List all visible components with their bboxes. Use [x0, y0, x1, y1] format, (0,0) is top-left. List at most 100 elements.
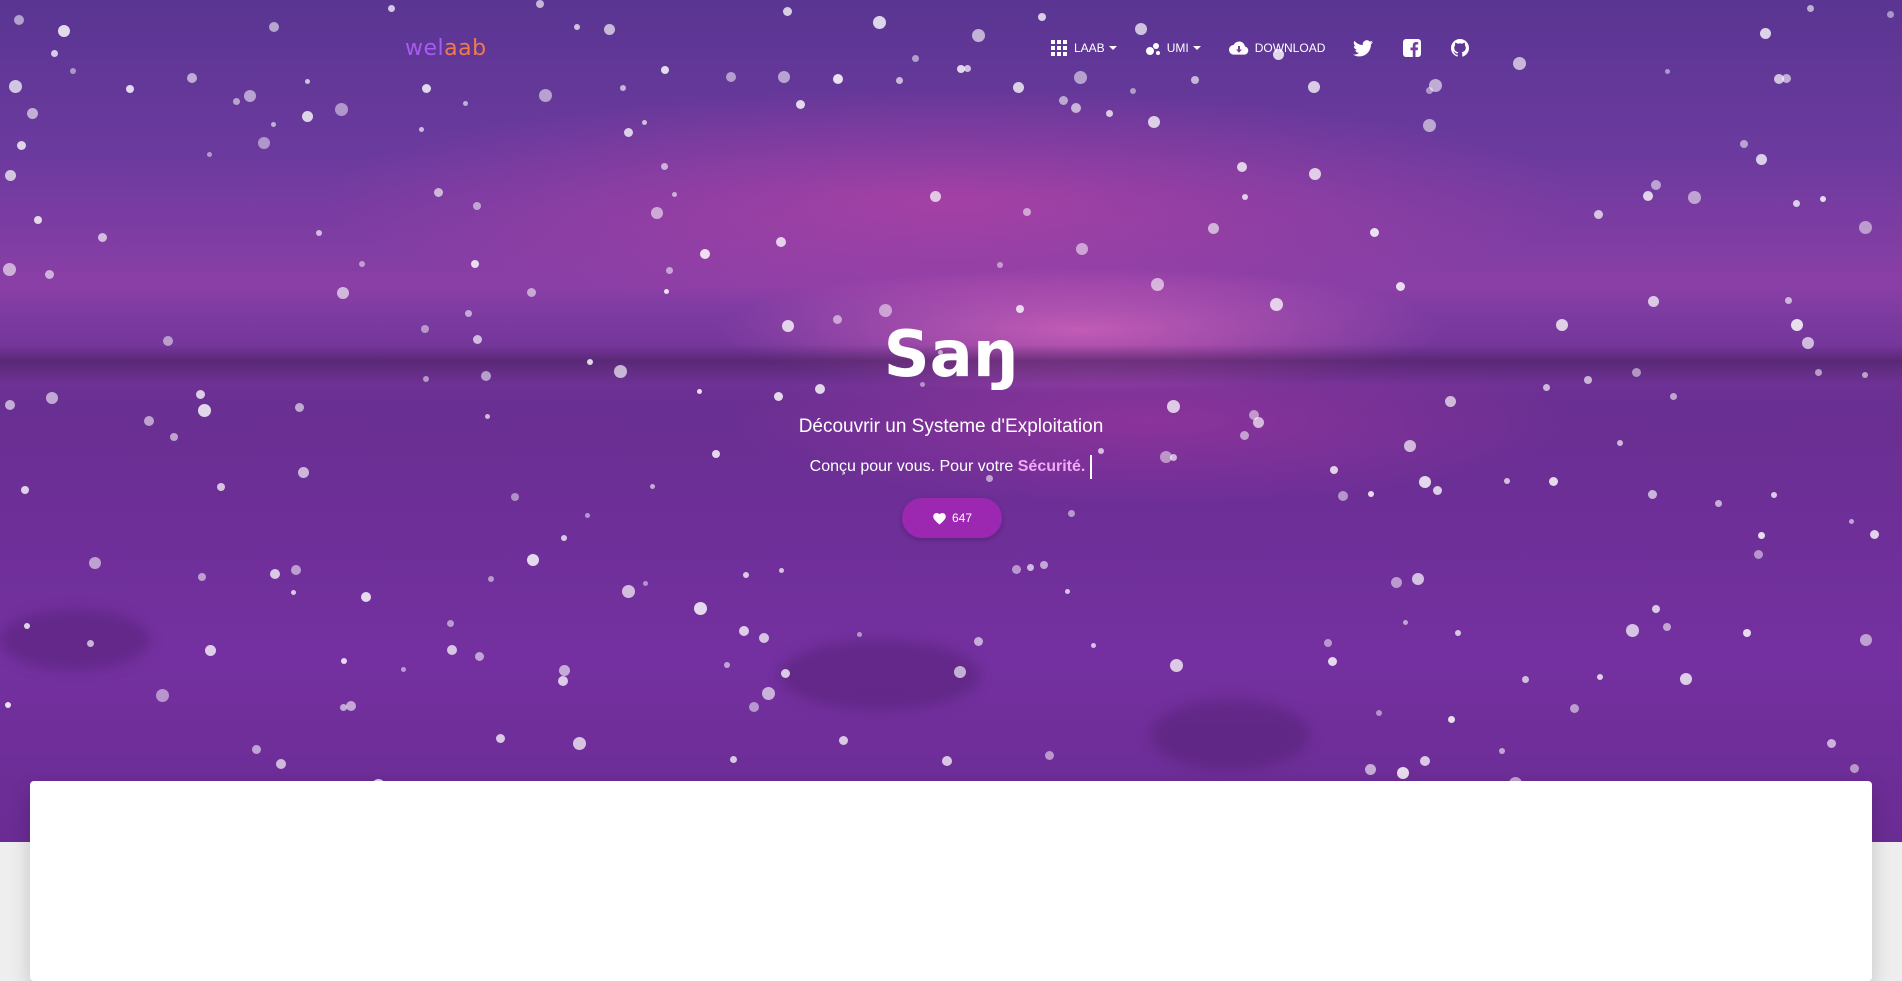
nav-item-laab-label: LAAB: [1074, 41, 1105, 55]
nav-item-laab[interactable]: LAAB: [1050, 39, 1117, 57]
snow-particle: [1038, 13, 1046, 21]
snow-particle: [739, 626, 749, 636]
snow-particle: [1774, 74, 1784, 84]
snow-particle: [694, 602, 707, 615]
github-link[interactable]: [1451, 39, 1470, 57]
snow-particle: [585, 513, 590, 518]
snow-particle: [45, 270, 54, 279]
nav-item-download-label: DOWNLOAD: [1254, 41, 1326, 55]
snow-particle: [561, 535, 567, 541]
apps-grid-icon: [1051, 40, 1067, 56]
snow-particle: [879, 304, 892, 317]
snow-particle: [724, 662, 730, 668]
snow-particle: [422, 84, 431, 93]
snow-particle: [527, 288, 536, 297]
snow-particle: [156, 689, 169, 702]
snow-particle: [340, 704, 347, 711]
content-card: [30, 781, 1872, 981]
snow-particle: [730, 756, 737, 763]
snow-particle: [1648, 490, 1657, 499]
snow-particle: [305, 79, 310, 84]
snow-particle: [1270, 298, 1283, 311]
nav-item-download[interactable]: DOWNLOAD: [1228, 40, 1326, 56]
snow-particle: [1208, 223, 1219, 234]
snow-particle: [726, 72, 736, 82]
snow-particle: [1324, 639, 1332, 647]
snow-particle: [643, 581, 648, 586]
snow-particle: [964, 65, 971, 72]
snow-particle: [1237, 162, 1247, 172]
snow-particle: [295, 403, 304, 412]
snow-particle: [17, 141, 26, 150]
snow-particle: [1433, 486, 1442, 495]
snow-particle: [14, 15, 24, 25]
snow-particle: [539, 89, 552, 102]
snow-particle: [1167, 400, 1180, 413]
snow-particle: [1397, 767, 1409, 779]
snow-particle: [1027, 564, 1034, 571]
snow-particle: [1068, 510, 1075, 517]
snow-particle: [205, 645, 216, 656]
snow-particle: [1597, 674, 1603, 680]
brand-logo[interactable]: welaab: [405, 36, 487, 61]
nav-item-umi[interactable]: UMI: [1145, 40, 1201, 56]
snow-particle: [1151, 278, 1164, 291]
snow-particle: [5, 170, 16, 181]
snow-particle: [1643, 191, 1653, 201]
snow-particle: [558, 676, 568, 686]
typing-cursor: [1090, 455, 1093, 479]
snow-particle: [1396, 282, 1405, 291]
snow-particle: [1793, 200, 1800, 207]
twitter-icon: [1353, 39, 1374, 56]
snow-particle: [1391, 577, 1402, 588]
snow-particle: [1091, 643, 1096, 648]
hero-title: Saŋ: [883, 318, 1019, 392]
snow-particle: [335, 103, 348, 116]
snow-particle: [1850, 764, 1859, 773]
snow-particle: [1758, 532, 1765, 539]
snow-particle: [27, 108, 38, 119]
snow-particle: [447, 620, 454, 627]
snow-particle: [89, 557, 101, 569]
snow-particle: [1423, 119, 1436, 132]
snow-particle: [1771, 492, 1777, 498]
twitter-link[interactable]: [1353, 39, 1374, 57]
snow-particle: [1754, 550, 1763, 559]
snow-particle: [1670, 393, 1677, 400]
snow-particle: [1368, 491, 1374, 497]
snow-particle: [359, 261, 365, 267]
snow-particle: [1074, 71, 1087, 84]
rock-shape: [780, 640, 980, 710]
snow-particle: [187, 73, 197, 83]
snow-particle: [198, 573, 206, 581]
snow-particle: [419, 127, 424, 132]
snow-particle: [291, 565, 301, 575]
like-button[interactable]: 647: [902, 498, 1002, 538]
snow-particle: [258, 137, 270, 149]
snow-particle: [70, 68, 76, 74]
rock-shape: [0, 610, 150, 670]
snow-particle: [1859, 221, 1872, 234]
snow-particle: [1715, 500, 1722, 507]
snow-particle: [1045, 751, 1054, 760]
snow-particle: [1887, 11, 1894, 18]
snow-particle: [1648, 296, 1659, 307]
snow-particle: [1827, 739, 1836, 748]
snow-particle: [1242, 194, 1248, 200]
snow-particle: [388, 5, 395, 12]
snow-particle: [1445, 396, 1456, 407]
snow-particle: [624, 128, 633, 137]
snow-particle: [463, 101, 468, 106]
snow-particle: [1370, 228, 1379, 237]
snow-particle: [244, 90, 256, 102]
snow-particle: [1426, 87, 1433, 94]
snow-particle: [743, 572, 749, 578]
facebook-link[interactable]: [1403, 39, 1422, 57]
snow-particle: [762, 687, 775, 700]
snow-particle: [1098, 448, 1104, 454]
snow-particle: [98, 233, 107, 242]
snow-particle: [622, 585, 635, 598]
like-count: 647: [951, 511, 973, 525]
snow-particle: [942, 756, 952, 766]
snow-particle: [778, 71, 790, 83]
